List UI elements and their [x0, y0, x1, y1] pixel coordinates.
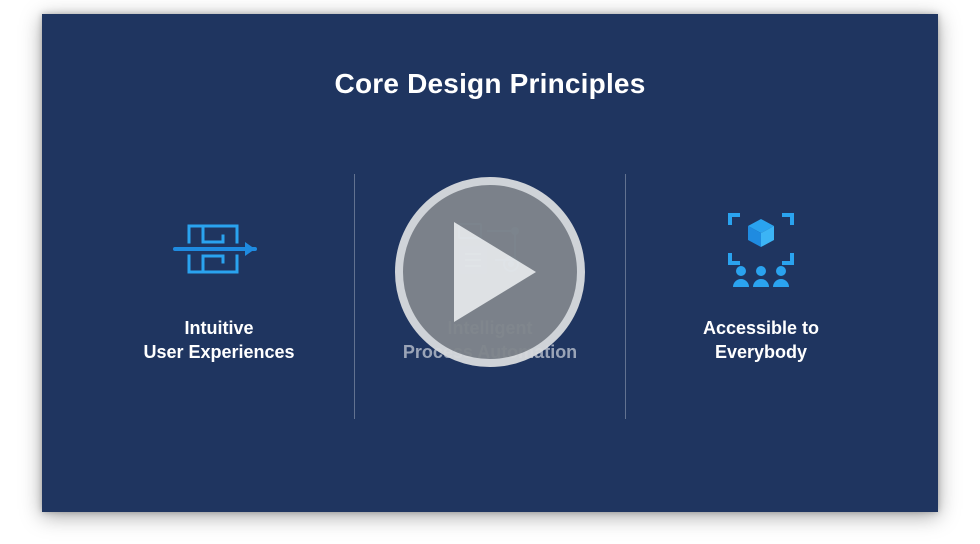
principle-label: Intuitive User Experiences: [143, 316, 294, 365]
people-cube-icon: [716, 204, 806, 294]
maze-arrow-icon: [169, 204, 269, 294]
play-icon: [454, 222, 540, 322]
slide-title: Core Design Principles: [42, 68, 938, 100]
principle-column: Accessible to Everybody: [626, 174, 896, 365]
video-thumbnail: Core Design Principles: [0, 0, 980, 544]
play-button[interactable]: [395, 177, 585, 367]
principle-column: Intuitive User Experiences: [84, 174, 354, 365]
principle-label: Accessible to Everybody: [703, 316, 819, 365]
